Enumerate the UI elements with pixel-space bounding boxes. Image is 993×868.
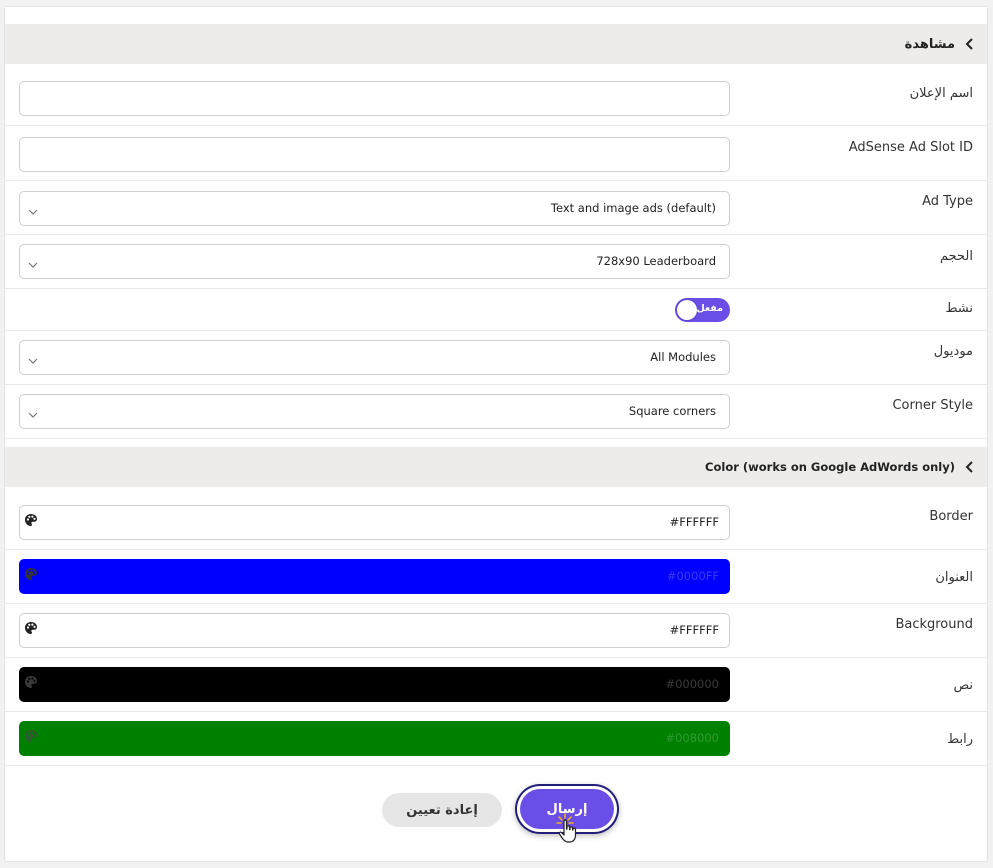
form-row-corner-style: Corner Style Square corners xyxy=(5,385,987,439)
title-color-input[interactable]: #0000FF xyxy=(19,559,730,594)
chevron-down-icon xyxy=(27,406,39,418)
color-value: #FFFFFF xyxy=(669,515,719,529)
chevron-down-icon xyxy=(27,203,39,215)
field-label: Ad Type xyxy=(922,194,973,209)
hand-cursor-icon xyxy=(556,812,586,846)
form-row-slot-id: AdSense Ad Slot ID xyxy=(5,126,987,181)
section-title: Color (works on Google AdWords only) xyxy=(705,460,955,474)
color-value: #0000FF xyxy=(666,569,719,583)
palette-icon[interactable] xyxy=(24,566,38,580)
field-label: موديول xyxy=(933,344,973,359)
select-value: Square corners xyxy=(628,404,716,418)
field-label: Border xyxy=(929,509,973,524)
select-value: All Modules xyxy=(650,350,716,364)
toggle-label: مفعل xyxy=(696,303,723,314)
color-value: #008000 xyxy=(665,731,719,745)
module-select[interactable]: All Modules xyxy=(19,340,730,375)
palette-icon[interactable] xyxy=(24,674,38,688)
field-label: AdSense Ad Slot ID xyxy=(848,140,973,155)
form-row-text-color: نص #000000 xyxy=(5,658,987,712)
ad-type-select[interactable]: Text and image ads (default) xyxy=(19,191,730,226)
select-value: Text and image ads (default) xyxy=(550,201,716,215)
palette-icon[interactable] xyxy=(24,620,38,634)
background-color-input[interactable]: #FFFFFF xyxy=(19,613,730,648)
field-label: نص xyxy=(953,678,973,693)
field-label: رابط xyxy=(947,732,973,747)
active-toggle[interactable]: مفعل xyxy=(675,298,730,322)
text-color-input[interactable]: #000000 xyxy=(19,667,730,702)
border-color-input[interactable]: #FFFFFF xyxy=(19,505,730,540)
color-value: #FFFFFF xyxy=(669,623,719,637)
field-label: الحجم xyxy=(939,249,973,264)
form-row-link-color: رابط #008000 xyxy=(5,712,987,766)
slot-id-input[interactable] xyxy=(19,137,730,172)
form-row-background-color: Background #FFFFFF xyxy=(5,604,987,658)
field-label: نشط xyxy=(945,301,973,316)
chevron-down-icon xyxy=(27,256,39,268)
field-label: Background xyxy=(895,617,973,632)
field-label: اسم الإعلان xyxy=(909,86,973,101)
color-value: #000000 xyxy=(665,677,719,691)
form-row-size: الحجم 728x90 Leaderboard xyxy=(5,235,987,289)
form-row-title-color: العنوان #0000FF xyxy=(5,550,987,604)
section-title: مشاهدة xyxy=(904,36,955,52)
form-row-active: نشط مفعل xyxy=(5,289,987,331)
field-label: العنوان xyxy=(935,570,973,585)
form-row-module: موديول All Modules xyxy=(5,331,987,385)
chevron-left-icon xyxy=(963,460,977,474)
section-header-preview[interactable]: مشاهدة xyxy=(5,24,987,64)
chevron-down-icon xyxy=(27,352,39,364)
reset-button[interactable]: إعادة تعيين xyxy=(382,793,502,827)
chevron-left-icon xyxy=(963,37,977,51)
form-row-ad-name: اسم الإعلان xyxy=(5,64,987,126)
form-row-border-color: Border #FFFFFF xyxy=(5,487,987,550)
palette-icon[interactable] xyxy=(24,728,38,742)
toggle-knob xyxy=(677,300,697,320)
ad-name-input[interactable] xyxy=(19,81,730,116)
link-color-input[interactable]: #008000 xyxy=(19,721,730,756)
size-select[interactable]: 728x90 Leaderboard xyxy=(19,244,730,279)
field-label: Corner Style xyxy=(892,398,973,413)
section-header-color[interactable]: Color (works on Google AdWords only) xyxy=(5,447,987,487)
select-value: 728x90 Leaderboard xyxy=(596,254,716,268)
palette-icon[interactable] xyxy=(24,512,38,526)
ad-settings-card: مشاهدة اسم الإعلان AdSense Ad Slot ID Ad… xyxy=(4,6,988,862)
corner-style-select[interactable]: Square corners xyxy=(19,394,730,429)
form-row-ad-type: Ad Type Text and image ads (default) xyxy=(5,181,987,235)
